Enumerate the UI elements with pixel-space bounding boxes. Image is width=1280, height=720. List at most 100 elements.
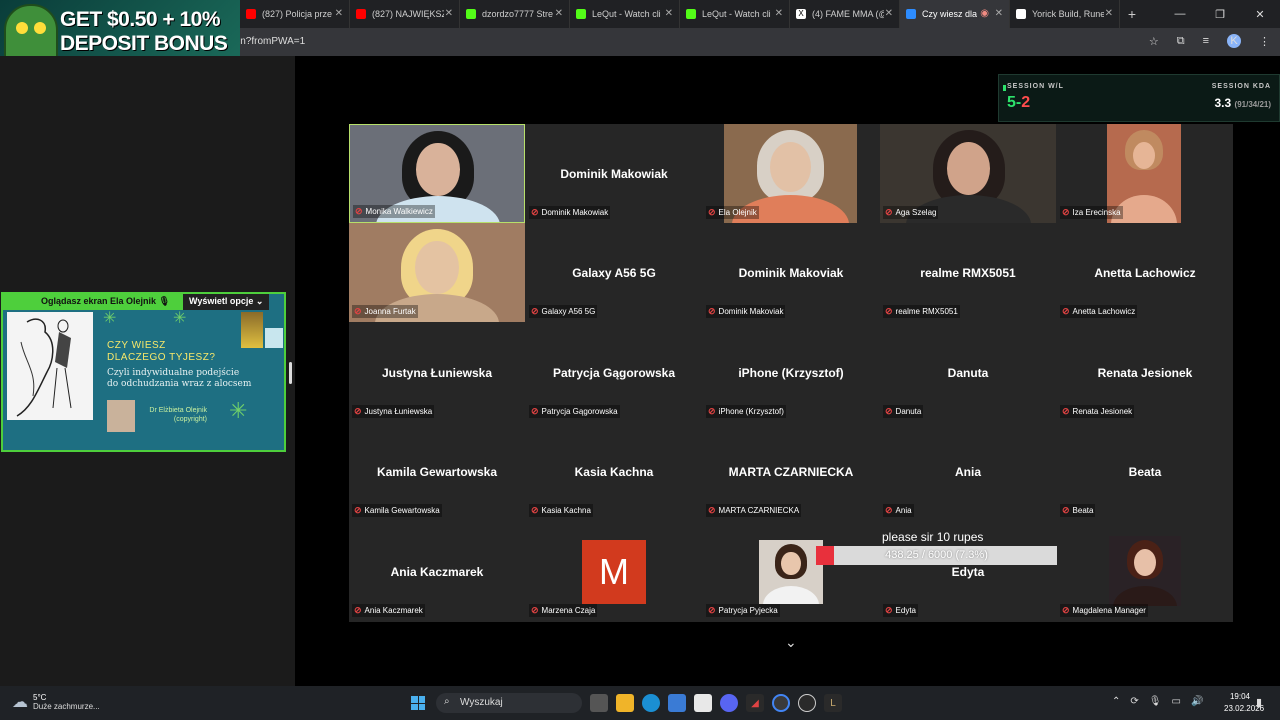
close-icon[interactable]: ✕ <box>665 8 673 19</box>
close-icon[interactable]: ✕ <box>335 8 343 19</box>
windows-start-icon[interactable] <box>411 696 425 710</box>
edge-icon[interactable] <box>642 694 660 712</box>
browser-tab[interactable]: LeQut - Watch cli ✕ <box>680 0 790 28</box>
participant-tile[interactable]: Patrycja Gągorowska ⊘ Patrycja Gągorowska <box>526 323 702 422</box>
bookmark-star-icon[interactable]: ☆ <box>1149 35 1159 48</box>
participant-name: realme RMX5051 <box>895 307 958 316</box>
participant-tile[interactable]: M ⊘ Marzena Czaja <box>526 522 702 621</box>
participant-tile[interactable]: Galaxy A56 5G ⊘ Galaxy A56 5G <box>526 223 702 322</box>
close-icon[interactable]: ✕ <box>885 8 893 19</box>
url-field[interactable]: in?fromPWA=1 <box>238 36 305 47</box>
x-icon: X <box>796 9 806 19</box>
view-options-label: Wyświetl opcje <box>189 296 254 306</box>
participant-tile[interactable]: ⊘ Ela Olejnik <box>703 124 879 223</box>
participant-tile[interactable]: MARTA CZARNIECKA ⊘ MARTA CZARNIECKA <box>703 422 879 521</box>
browser-tab[interactable]: Yorick Build, Rune ✕ <box>1010 0 1120 28</box>
close-window-icon[interactable]: ✕ <box>1240 8 1280 21</box>
app-icon[interactable]: ◢ <box>746 694 764 712</box>
site-icon <box>1016 9 1026 19</box>
participant-tile[interactable]: ⊘ Aga Szelag <box>880 124 1056 223</box>
participant-tile[interactable]: Dominik Makowiak ⊘ Dominik Makowiak <box>526 124 702 223</box>
participant-tile[interactable]: Anetta Lachowicz ⊘ Anetta Lachowicz <box>1057 223 1233 322</box>
slide-heading-1: CZY WIESZ <box>107 340 166 351</box>
browser-tab-active[interactable]: Czy wiesz dla ◉ ✕ <box>900 0 1010 28</box>
mic-muted-icon: ⊘ <box>885 605 893 615</box>
participant-tile[interactable]: ⊘ Magdalena Manager <box>1057 522 1233 621</box>
chevron-down-icon[interactable]: ⌄ <box>785 634 797 651</box>
participant-tile[interactable]: Kamila Gewartowska ⊘ Kamila Gewartowska <box>349 422 525 521</box>
browser-tab[interactable]: LeQut - Watch cli ✕ <box>570 0 680 28</box>
clock[interactable]: 19:04 23.02.2026 <box>1224 691 1264 715</box>
taskbar-search[interactable]: ⌕ Wyszukaj <box>436 693 582 713</box>
browser-tab[interactable]: X (4) FAME MMA (@ ✕ <box>790 0 900 28</box>
mic-muted-icon: ⊘ <box>1062 306 1070 316</box>
participant-name-label: ⊘ Aga Szelag <box>883 206 939 219</box>
close-icon[interactable]: ✕ <box>445 8 453 19</box>
ad-text: GET $0.50 + 10% DEPOSIT BONUS <box>60 8 228 56</box>
browser-tab[interactable]: (827) Policja prze ✕ <box>240 0 350 28</box>
participant-tile[interactable]: Dominik Makoviak ⊘ Dominik Makoviak <box>703 223 879 322</box>
participant-tile[interactable]: Kasia Kachna ⊘ Kasia Kachna <box>526 422 702 521</box>
minimize-icon[interactable]: — <box>1160 8 1200 20</box>
participant-name: Monika Walkiewicz <box>365 207 433 216</box>
mic-muted-icon: ⊘ <box>885 306 893 316</box>
mic-muted-icon: ⊘ <box>531 306 539 316</box>
browser-tab[interactable]: (827) NAJWIĘKSZ ✕ <box>350 0 460 28</box>
store-icon[interactable] <box>694 694 712 712</box>
menu-icon[interactable]: ⋮ <box>1259 35 1270 48</box>
discord-icon[interactable] <box>720 694 738 712</box>
wifi-icon[interactable]: ▭ <box>1171 696 1180 707</box>
chrome-icon[interactable] <box>772 694 790 712</box>
notification-icon[interactable]: ▮ <box>1256 696 1262 709</box>
wl-indicator <box>1003 85 1006 91</box>
participant-tile[interactable]: Ania ⊘ Ania <box>880 422 1056 521</box>
participant-tile[interactable]: ⊘ Iza Erecinska <box>1057 124 1233 223</box>
participant-name-label: ⊘ Kamila Gewartowska <box>352 504 442 517</box>
close-icon[interactable]: ✕ <box>555 8 563 19</box>
volume-icon[interactable]: 🔊 <box>1191 696 1203 707</box>
participant-tile[interactable]: realme RMX5051 ⊘ realme RMX5051 <box>880 223 1056 322</box>
ad-line-1: GET $0.50 + 10% <box>60 8 221 31</box>
participant-tile[interactable]: Renata Jesionek ⊘ Renata Jesionek <box>1057 323 1233 422</box>
steam-icon[interactable] <box>798 694 816 712</box>
participant-tile[interactable]: ⊘ Monika Walkiewicz <box>349 124 525 223</box>
mail-icon[interactable] <box>668 694 686 712</box>
media-icon[interactable]: ≡ <box>1203 35 1209 47</box>
task-view-icon[interactable] <box>590 694 608 712</box>
file-explorer-icon[interactable] <box>616 694 634 712</box>
new-tab-button[interactable]: + <box>1120 6 1144 22</box>
face-shape <box>1133 548 1156 576</box>
close-icon[interactable]: ✕ <box>995 8 1003 19</box>
participant-tile[interactable]: ⊘ Patrycja Pyjecka <box>703 522 879 621</box>
participant-tile[interactable]: ⊘ Joanna Furtak <box>349 223 525 322</box>
league-icon[interactable]: L <box>824 694 842 712</box>
participant-name: Magdalena Manager <box>1072 606 1146 615</box>
screen-share-panel[interactable]: Oglądasz ekran Ela Olejnik 🎙 Wyświetl op… <box>1 292 286 452</box>
chevron-up-icon[interactable]: ⌃ <box>1112 696 1120 707</box>
mic-muted-icon: ⊘ <box>708 406 716 416</box>
window-controls: — ❐ ✕ <box>1160 0 1280 28</box>
close-icon[interactable]: ✕ <box>775 8 783 19</box>
view-options-button[interactable]: Wyświetl opcje ⌄ <box>183 294 270 310</box>
participant-name-label: ⊘ Dominik Makowiak <box>529 206 611 219</box>
profile-avatar[interactable]: K <box>1227 34 1241 48</box>
close-icon[interactable]: ✕ <box>1105 8 1113 19</box>
participant-tile[interactable]: iPhone (Krzysztof) ⊘ iPhone (Krzysztof) <box>703 323 879 422</box>
kick-icon <box>466 9 476 19</box>
participant-name-label: ⊘ Dominik Makoviak <box>706 305 786 318</box>
extensions-icon[interactable]: ⧉ <box>1177 35 1185 48</box>
participant-tile[interactable]: Danuta ⊘ Danuta <box>880 323 1056 422</box>
taskbar-apps: ◢ L <box>590 694 842 712</box>
wins: 5 <box>1007 94 1016 111</box>
mic-icon[interactable]: 🎙 <box>1149 696 1162 707</box>
participant-name-label: ⊘ Joanna Furtak <box>352 305 418 318</box>
weather-widget[interactable]: ☁ 5°C Duże zachmurze... <box>12 692 100 712</box>
participant-tile[interactable]: Ania Kaczmarek ⊘ Ania Kaczmarek <box>349 522 525 621</box>
browser-tab[interactable]: dzordzo7777 Stre ✕ <box>460 0 570 28</box>
network-icon[interactable]: ⟳ <box>1130 696 1138 707</box>
participant-tile[interactable]: Justyna Łuniewska ⊘ Justyna Łuniewska <box>349 323 525 422</box>
resize-handle[interactable] <box>289 362 292 384</box>
share-header: Oglądasz ekran Ela Olejnik 🎙 Wyświetl op… <box>3 294 284 310</box>
participant-tile[interactable]: Beata ⊘ Beata <box>1057 422 1233 521</box>
restore-icon[interactable]: ❐ <box>1200 8 1240 21</box>
